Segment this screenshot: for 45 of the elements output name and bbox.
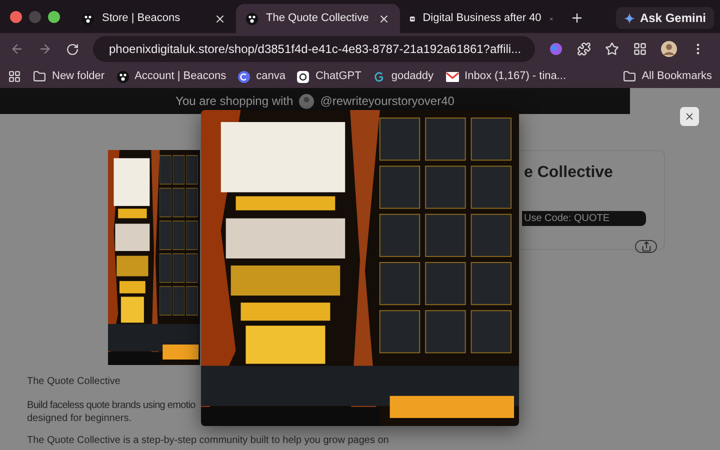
paw-icon bbox=[82, 12, 94, 24]
bookmark-item[interactable]: Account | Beacons bbox=[116, 68, 226, 85]
star-icon[interactable] bbox=[605, 42, 619, 56]
close-tab-icon[interactable] bbox=[214, 12, 226, 24]
seller-handle: @rewriteyourstoryover40 bbox=[320, 93, 454, 110]
description-line: Build faceless quote brands using emotio bbox=[27, 400, 196, 412]
paw-icon bbox=[246, 12, 258, 24]
browser-tab[interactable]: Store | Beacons bbox=[72, 4, 236, 33]
share-button[interactable] bbox=[635, 240, 657, 253]
sparkle-icon bbox=[624, 12, 635, 24]
address-bar[interactable]: phoenixdigitaluk.store/shop/d3851f4d-e41c-4e83-8787-21a192a61861?affili... bbox=[93, 36, 535, 62]
bookmark-item[interactable]: New folder bbox=[33, 68, 105, 85]
extensions-icon[interactable] bbox=[577, 42, 591, 56]
avatar-icon bbox=[299, 94, 314, 108]
forward-icon[interactable] bbox=[38, 42, 52, 56]
close-tab-icon[interactable] bbox=[378, 12, 390, 24]
reading-list-icon[interactable] bbox=[633, 42, 647, 56]
product-title: e Collective bbox=[523, 163, 614, 183]
close-icon bbox=[684, 111, 695, 122]
close-window-button[interactable] bbox=[10, 10, 22, 22]
paw-icon bbox=[116, 70, 129, 82]
bookmark-item[interactable]: canva bbox=[238, 68, 286, 85]
share-icon bbox=[640, 241, 652, 252]
folder-icon bbox=[622, 70, 636, 83]
all-bookmarks-item[interactable]: All Bookmarks bbox=[622, 68, 712, 85]
close-button[interactable] bbox=[680, 107, 699, 126]
new-tab-icon[interactable] bbox=[570, 11, 584, 25]
apps-icon[interactable] bbox=[8, 70, 21, 83]
description-line: designed for beginners. bbox=[27, 413, 133, 425]
back-icon[interactable] bbox=[10, 42, 24, 56]
browser-tab[interactable]: The Quote Collective bbox=[236, 4, 400, 33]
bookmark-item[interactable]: ChatGPT bbox=[297, 68, 362, 85]
avatar-icon[interactable] bbox=[661, 41, 677, 57]
banner-text: You are shopping with bbox=[176, 93, 294, 110]
zoom-window-button[interactable] bbox=[48, 10, 60, 22]
promo-code-button[interactable]: Use Code: QUOTE bbox=[522, 211, 646, 226]
mail-icon bbox=[446, 72, 459, 82]
reload-icon[interactable] bbox=[66, 42, 79, 56]
bookmark-item[interactable]: Inbox (1,167) - tina... bbox=[446, 68, 566, 85]
folder-icon bbox=[33, 70, 46, 83]
product-name: The Quote Collective bbox=[27, 376, 122, 388]
description-text: The Quote Collective is a step-by-step community built to help you grow pages on bbox=[27, 435, 389, 447]
ask-gemini-button[interactable]: Ask Gemini bbox=[616, 7, 714, 29]
bookmark-item[interactable]: godaddy bbox=[373, 68, 434, 85]
browser-tab[interactable]: Digital Business after 40 bbox=[400, 4, 564, 33]
